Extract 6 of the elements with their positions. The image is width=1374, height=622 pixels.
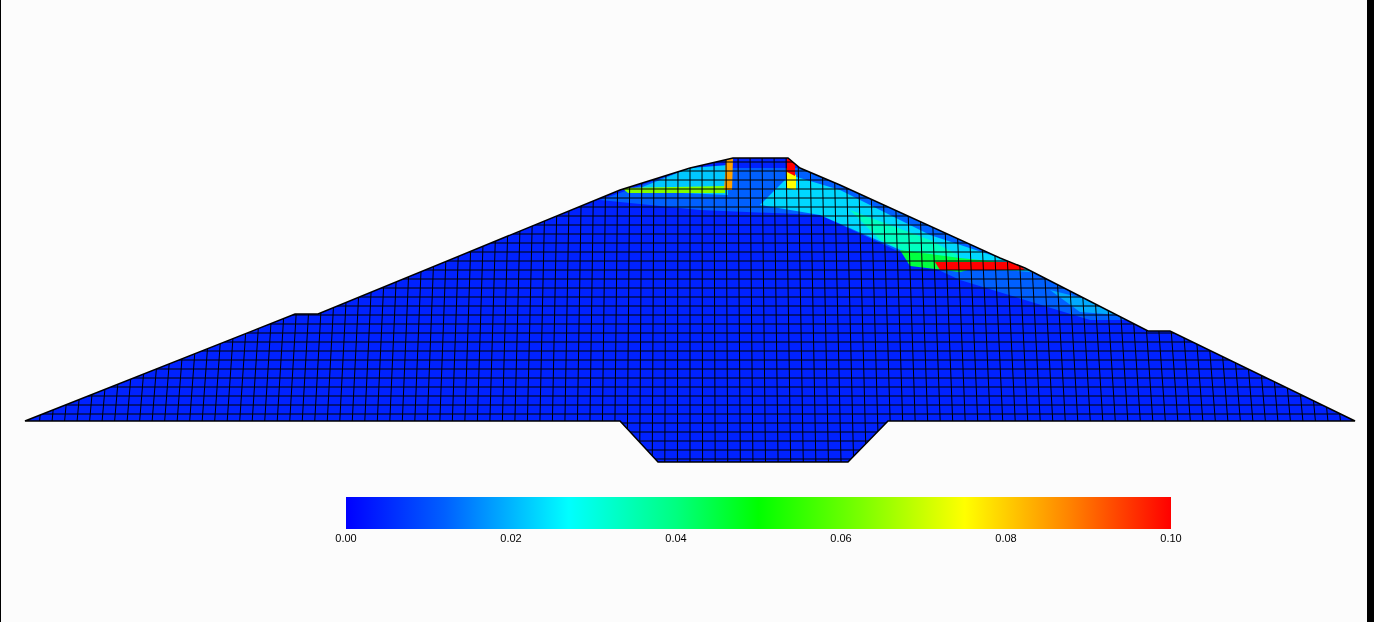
scale-tick-label: 0.00 xyxy=(334,532,358,544)
scale-tick-label: 0.06 xyxy=(829,532,853,544)
scale-tick-label: 0.02 xyxy=(499,532,523,544)
scale-tick-label: 0.04 xyxy=(664,532,688,544)
scale-tick-label: 0.08 xyxy=(994,532,1018,544)
scale-tick-label: 0.10 xyxy=(1159,532,1183,544)
